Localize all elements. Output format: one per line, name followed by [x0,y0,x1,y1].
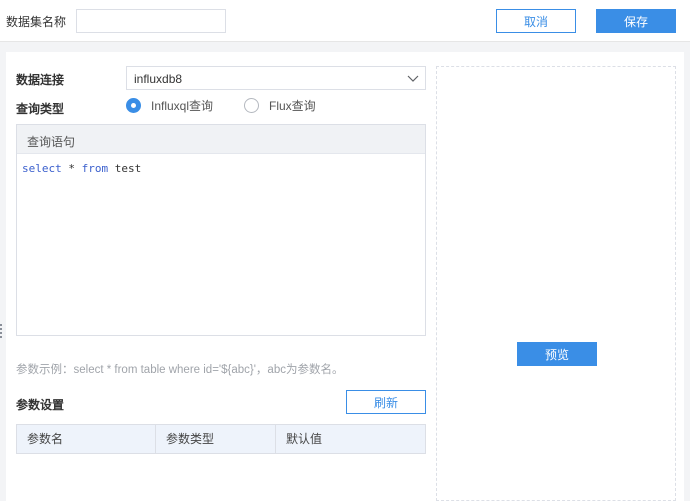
param-settings-label: 参数设置 [16,398,65,412]
radio-influxql[interactable]: Influxql查询 [126,97,213,114]
chevron-down-icon [407,75,419,82]
radio-unchecked-icon [244,98,259,113]
drag-handle-icon[interactable] [0,324,3,338]
preview-button[interactable]: 预览 [517,342,597,366]
preview-area: 预览 [436,66,676,501]
query-editor-title: 查询语句 [17,125,425,154]
code-star: * [61,162,82,175]
dataset-name-input[interactable] [76,9,226,33]
data-connection-value: influxdb8 [134,72,183,86]
code-table-name: test [108,162,142,175]
data-connection-label: 数据连接 [16,73,65,87]
query-editor[interactable]: 查询语句 select * from test [16,124,426,336]
code-keyword-from: from [81,162,109,175]
save-button[interactable]: 保存 [596,9,676,33]
query-type-label: 查询类型 [16,102,65,116]
radio-influxql-label: Influxql查询 [151,99,214,113]
column-param-type: 参数类型 [156,425,276,453]
dataset-name-label: 数据集名称 [6,15,67,29]
main-panel: 数据连接 influxdb8 查询类型 Influxql查询 Flux查询 查询… [6,52,684,501]
cancel-button[interactable]: 取消 [496,9,576,33]
radio-flux[interactable]: Flux查询 [244,97,316,114]
param-table-header: 参数名 参数类型 默认值 [16,424,426,454]
column-default-value: 默认值 [286,432,323,446]
refresh-button[interactable]: 刷新 [346,390,426,414]
header-bar: 数据集名称 取消 保存 [0,0,690,42]
query-editor-code[interactable]: select * from test [17,154,425,183]
column-param-name: 参数名 [17,425,156,453]
data-connection-select[interactable]: influxdb8 [126,66,426,90]
radio-flux-label: Flux查询 [269,99,316,113]
radio-checked-icon [126,98,141,113]
code-keyword-select: select [22,162,62,175]
param-hint-text: 参数示例：select * from table where id='${abc… [16,364,344,376]
